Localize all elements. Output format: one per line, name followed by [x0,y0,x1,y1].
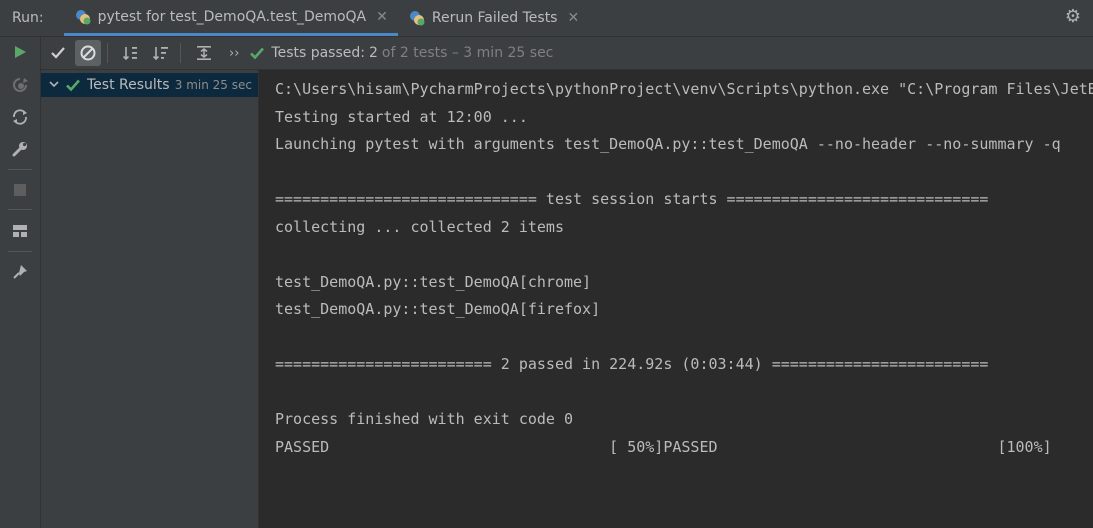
status-detail: of 2 tests – 3 min 25 sec [381,45,554,61]
rerun-button[interactable] [10,42,30,62]
close-icon[interactable]: ✕ [376,9,388,25]
toolbar-separator [107,43,108,63]
console-line: Process finished with exit code 0 [275,410,574,428]
test-status: Tests passed: 2 of 2 tests – 3 min 25 se… [249,45,553,61]
console-text: C:\Users\hisam\PycharmProjects\pythonPro… [275,76,1093,461]
passed-check-icon [66,79,80,92]
sort-by-duration-button[interactable] [148,40,174,66]
wrench-icon [12,142,27,157]
toolbar-separator [8,169,32,170]
test-runner-toolbar: ›› Tests passed: 2 of 2 tests – 3 min 25… [41,37,1093,70]
python-test-icon [408,9,426,27]
sort-alpha-icon [122,47,137,61]
passed-check-icon [250,47,265,60]
auto-test-icon [13,109,27,125]
console-output[interactable]: C:\Users\hisam\PycharmProjects\pythonPro… [259,70,1093,528]
show-passed-button[interactable] [45,40,71,66]
toolbar-separator [180,43,181,63]
run-tool-window-header: Run: pytest for test_DemoQA.test_DemoQA … [0,0,1093,37]
chevron-down-icon[interactable] [49,79,61,92]
console-line: C:\Users\hisam\PycharmProjects\pythonPro… [275,80,1093,98]
tab-label: Rerun Failed Tests [431,10,558,26]
console-line: ======================== 2 passed in 224… [275,355,989,373]
sort-alphabetically-button[interactable] [118,40,144,66]
sort-duration-icon [152,47,168,61]
status-passed-count: 2 [369,45,378,61]
stop-icon [14,184,26,196]
tab-rerun-failed-tests[interactable]: Rerun Failed Tests ✕ [398,0,589,36]
toolbar-separator [8,251,32,252]
toggle-auto-test-button[interactable] [10,107,30,127]
console-line: Testing started at 12:00 ... [275,107,528,126]
tree-item-test-results[interactable]: Test Results 3 min 25 sec [41,73,258,97]
rerun-failed-button[interactable] [10,75,30,95]
show-ignored-button[interactable] [75,40,101,66]
expand-all-button[interactable] [191,40,217,66]
console-line: Launching pytest with arguments test_Dem… [275,135,1061,153]
test-tree: Test Results 3 min 25 sec [41,70,259,528]
more-actions-icon[interactable]: ›› [229,46,239,61]
run-label: Run: [12,10,44,26]
tab-pytest-demoqa[interactable]: pytest for test_DemoQA.test_DemoQA ✕ [63,0,398,36]
run-side-toolbar [0,37,41,528]
restore-layout-button[interactable] [10,221,30,241]
python-test-icon [74,8,92,26]
status-passed-label: Tests passed: [271,45,365,61]
console-line: collecting ... collected 2 items [275,217,564,236]
play-icon [15,46,26,58]
tree-item-label: Test Results [87,77,170,93]
edit-configuration-button[interactable] [10,139,30,159]
tab-label: pytest for test_DemoQA.test_DemoQA [97,8,367,25]
console-line: test_DemoQA.py::test_DemoQA[firefox] [275,300,601,318]
checkmark-icon [51,47,65,59]
console-line: ============================= test sessi… [275,190,989,208]
layout-icon [13,225,27,237]
rerun-failed-icon [13,78,28,92]
stop-button[interactable] [10,180,30,200]
ignored-icon [80,45,96,61]
close-icon[interactable]: ✕ [567,10,579,26]
gear-icon[interactable]: ⚙ [1063,7,1083,27]
console-line: PASSED [ 50%]PASSED [100%] [275,437,1052,456]
console-line: test_DemoQA.py::test_DemoQA[chrome] [275,272,592,291]
expand-all-icon [197,46,211,60]
tree-item-duration: 3 min 25 sec [174,78,252,92]
pin-icon [13,265,27,279]
toolbar-separator [8,209,32,210]
pin-tab-button[interactable] [10,262,30,282]
